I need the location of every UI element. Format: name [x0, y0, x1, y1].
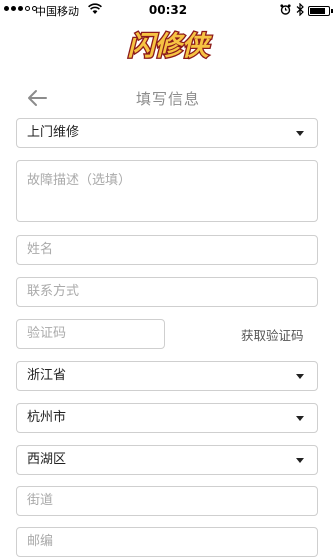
province-select[interactable]: 浙江省	[16, 361, 318, 391]
service-type-value: 上门维修	[27, 125, 80, 140]
street-input[interactable]: 街道	[16, 486, 318, 516]
battery-icon	[308, 6, 333, 16]
contact-placeholder: 联系方式	[27, 284, 80, 299]
alarm-icon	[280, 4, 291, 15]
postcode-placeholder: 邮编	[27, 534, 54, 549]
district-value: 西湖区	[27, 452, 67, 467]
app-logo-image: 闪修侠	[126, 30, 214, 64]
page-title: 填写信息	[135, 90, 200, 108]
contact-input[interactable]: 联系方式	[16, 277, 318, 307]
verify-code-placeholder: 验证码	[27, 326, 67, 341]
name-placeholder: 姓名	[27, 242, 54, 257]
bluetooth-icon	[296, 3, 304, 16]
verify-code-input[interactable]: 验证码	[16, 319, 165, 349]
dropdown-caret-icon	[296, 374, 304, 379]
name-input[interactable]: 姓名	[16, 235, 318, 265]
svg-text:闪修侠: 闪修侠	[128, 31, 213, 62]
city-value: 杭州市	[27, 410, 67, 425]
postcode-input[interactable]: 邮编	[16, 527, 318, 557]
dropdown-caret-icon	[296, 458, 304, 463]
get-verify-code-button[interactable]: 获取验证码	[241, 325, 304, 344]
app-logo: 闪修侠	[0, 22, 336, 66]
street-placeholder: 街道	[27, 493, 54, 508]
service-type-select[interactable]: 上门维修	[16, 118, 318, 148]
dropdown-caret-icon	[296, 131, 304, 136]
fault-description-textarea[interactable]: 故障描述（选填）	[16, 160, 318, 222]
city-select[interactable]: 杭州市	[16, 403, 318, 433]
status-bar: 中国移动 00:32	[0, 0, 336, 22]
province-value: 浙江省	[27, 368, 67, 383]
dropdown-caret-icon	[296, 416, 304, 421]
fault-description-placeholder: 故障描述（选填）	[27, 173, 132, 188]
district-select[interactable]: 西湖区	[16, 445, 318, 475]
